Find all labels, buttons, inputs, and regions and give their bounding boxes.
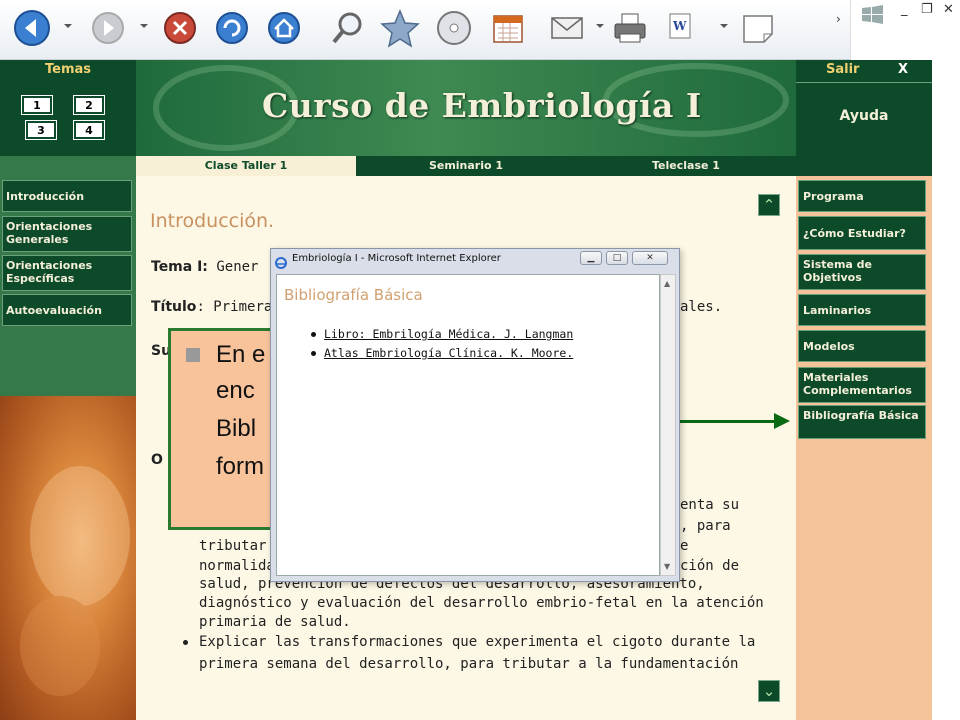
- exit-x-button[interactable]: X: [898, 62, 908, 77]
- popup-heading: Bibliografía Básica: [284, 286, 423, 304]
- tema-line: Tema I: Gener: [151, 259, 259, 275]
- home-icon[interactable]: [264, 8, 304, 48]
- refresh-icon[interactable]: [212, 8, 252, 48]
- window-edge: [932, 60, 960, 720]
- objetivos-label: O: [151, 452, 163, 468]
- body-line-4: diagnóstico y evaluación del desarrollo …: [199, 595, 764, 611]
- course-title: Curso de Embriología I: [262, 86, 702, 125]
- restore-icon[interactable]: ❐: [921, 2, 933, 17]
- favorites-star-icon[interactable]: [380, 8, 420, 48]
- right-nav-sistema-objetivos[interactable]: Sistema de Objetivos: [798, 254, 926, 290]
- close-icon[interactable]: ✕: [943, 2, 954, 17]
- link-bullet: [311, 332, 316, 337]
- back-icon[interactable]: [12, 8, 52, 48]
- tema-3-button[interactable]: 3: [25, 120, 57, 140]
- svg-text:W: W: [672, 19, 687, 33]
- help-button[interactable]: Ayuda: [796, 108, 932, 124]
- window-controls: _ ❐ ✕: [850, 0, 960, 60]
- left-nav-introduccion[interactable]: Introducción: [2, 180, 132, 212]
- arrow-head-icon: [774, 413, 790, 429]
- maximize-icon: □: [612, 253, 622, 263]
- scroll-up-arrow-icon[interactable]: ▲: [664, 279, 670, 288]
- titulo-tail: ales.: [680, 299, 723, 315]
- browser-toolbar: W ›: [0, 0, 960, 60]
- left-nav-orientaciones-generales[interactable]: Orientaciones Generales: [2, 216, 132, 252]
- body-right-3: e: [680, 538, 689, 554]
- exit-button[interactable]: Salir: [826, 62, 859, 77]
- divider: [796, 82, 932, 83]
- callout-bullet: [186, 348, 200, 362]
- bullet-dot: [183, 640, 188, 645]
- word-edit-icon[interactable]: W: [660, 8, 700, 48]
- body-right-1: enta su: [680, 497, 740, 513]
- arrow-line: [680, 420, 776, 423]
- history-calendar-icon[interactable]: [488, 8, 528, 48]
- right-nav-modelos[interactable]: Modelos: [798, 330, 926, 362]
- tab-clase-taller-1[interactable]: Clase Taller 1: [136, 156, 356, 176]
- right-nav-bibliografia-basica[interactable]: Bibliografía Básica: [798, 405, 926, 439]
- callout-line-1: En e: [216, 341, 266, 368]
- popup-title: Embriología I - Microsoft Internet Explo…: [292, 253, 501, 264]
- tab-teleclase-1[interactable]: Teleclase 1: [576, 156, 796, 176]
- minimize-icon[interactable]: _: [901, 2, 908, 17]
- chevron-up-icon: ⌃: [762, 196, 776, 214]
- chevron-down-icon: ⌄: [762, 682, 776, 700]
- media-cd-icon[interactable]: [434, 8, 474, 48]
- embryo-image: [0, 396, 136, 720]
- minimize-icon: ▁: [587, 253, 595, 263]
- body-line-7: primera semana del desarrollo, para trib…: [199, 656, 739, 672]
- section-title: Introducción.: [150, 210, 275, 232]
- body-line-5: primaria de salud.: [199, 614, 351, 630]
- callout-line-2: enc: [216, 377, 255, 404]
- right-nav-programa[interactable]: Programa: [798, 180, 926, 212]
- left-nav-orientaciones-especificas[interactable]: Orientaciones Específicas: [2, 255, 132, 291]
- popup-minimize-button[interactable]: ▁: [580, 251, 602, 265]
- popup-close-button[interactable]: ✕: [632, 251, 668, 265]
- right-nav-materiales-complementarios[interactable]: Materiales Complementarios: [798, 367, 926, 403]
- popup-scrollbar[interactable]: ▲ ▼: [660, 274, 676, 576]
- ie-logo-icon: [275, 254, 287, 273]
- more-chevron-icon[interactable]: ›: [836, 12, 841, 26]
- stop-icon[interactable]: [160, 8, 200, 48]
- body-right-4: ción de: [680, 558, 740, 574]
- print-icon[interactable]: [610, 8, 650, 48]
- close-icon: ✕: [646, 253, 654, 263]
- mail-icon[interactable]: [548, 8, 588, 48]
- link-moore[interactable]: Atlas Embriología Clínica. K. Moore.: [324, 346, 573, 360]
- right-nav-laminarios[interactable]: Laminarios: [798, 294, 926, 326]
- discuss-note-icon[interactable]: [738, 8, 778, 48]
- windows-logo-icon: [861, 4, 885, 30]
- forward-icon[interactable]: [88, 8, 128, 48]
- body-line-2: normalida: [199, 558, 275, 574]
- titulo-line: Título: Primera: [151, 299, 273, 315]
- tab-seminario-1[interactable]: Seminario 1: [356, 156, 576, 176]
- left-nav-autoevaluacion[interactable]: Autoevaluación: [2, 294, 132, 326]
- body-right-2: , para: [680, 518, 731, 534]
- callout-line-3: Bibl: [216, 415, 257, 442]
- popup-maximize-button[interactable]: □: [606, 251, 628, 265]
- body-line-6: Explicar las transformaciones que experi…: [199, 634, 756, 650]
- tema-2-button[interactable]: 2: [73, 95, 105, 115]
- popup-body: [276, 274, 660, 576]
- tema-1-button[interactable]: 1: [21, 95, 53, 115]
- search-icon[interactable]: [328, 8, 368, 48]
- right-nav-como-estudiar[interactable]: ¿Cómo Estudiar?: [798, 216, 926, 250]
- callout-line-4: form: [216, 453, 264, 480]
- temas-label: Temas: [44, 62, 91, 77]
- scroll-down-arrow-icon[interactable]: ▼: [664, 562, 670, 571]
- link-langman[interactable]: Libro: Embrilogía Médica. J. Langman: [324, 327, 573, 341]
- scroll-down-button[interactable]: ⌄: [758, 680, 780, 702]
- tema-4-button[interactable]: 4: [73, 120, 105, 140]
- link-bullet: [311, 351, 316, 356]
- scroll-up-button[interactable]: ⌃: [758, 194, 780, 216]
